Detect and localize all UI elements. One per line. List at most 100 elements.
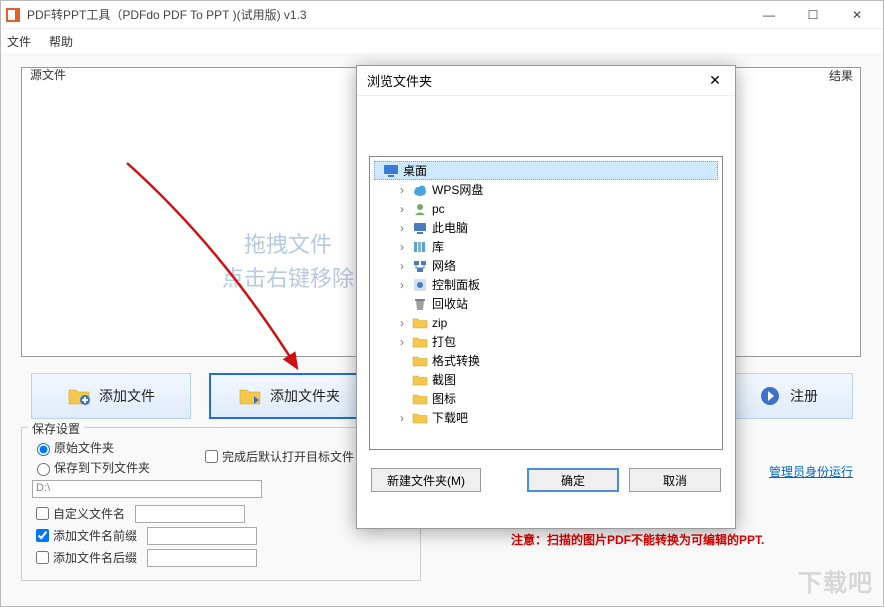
folder-icon bbox=[412, 410, 428, 426]
tree-node-desktop[interactable]: 桌面 bbox=[374, 161, 718, 180]
add-suffix-checkbox[interactable] bbox=[36, 551, 49, 564]
prefix-input[interactable] bbox=[147, 527, 257, 545]
save-legend: 保存设置 bbox=[28, 420, 84, 437]
custom-name-row[interactable]: 自定义文件名 bbox=[32, 504, 410, 523]
warning-text: 注意：扫描的图片PDF不能转换为可编辑的PPT. bbox=[511, 531, 764, 548]
folder-icon bbox=[412, 353, 428, 369]
register-button[interactable]: 注册 bbox=[723, 373, 853, 419]
cancel-button[interactable]: 取消 bbox=[629, 468, 721, 492]
add-files-button[interactable]: 添加文件 bbox=[31, 373, 191, 419]
desktop-icon bbox=[383, 163, 399, 179]
register-label: 注册 bbox=[790, 386, 818, 406]
add-prefix-checkbox[interactable] bbox=[36, 529, 49, 542]
register-icon bbox=[758, 384, 782, 408]
expand-icon[interactable]: › bbox=[396, 278, 408, 292]
user-icon bbox=[412, 201, 428, 217]
tree-children: ›WPS网盘›pc›此电脑›库›网络›控制面板 回收站›zip›打包 格式转换 … bbox=[374, 180, 718, 427]
new-folder-button[interactable]: 新建文件夹(M) bbox=[371, 468, 481, 492]
dialog-button-row: 新建文件夹(M) 确定 取消 bbox=[357, 460, 735, 500]
tree-node[interactable]: › 下载吧 bbox=[392, 408, 718, 427]
close-button[interactable]: ✕ bbox=[835, 2, 879, 28]
tree-node[interactable]: 图标 bbox=[392, 389, 718, 408]
dialog-title: 浏览文件夹 bbox=[367, 71, 432, 90]
tree-node-label: 网络 bbox=[432, 257, 456, 274]
tree-node[interactable]: › 打包 bbox=[392, 332, 718, 351]
expand-icon[interactable] bbox=[396, 354, 408, 368]
net-icon bbox=[412, 258, 428, 274]
tree-node[interactable]: 截图 bbox=[392, 370, 718, 389]
to-folder-radio[interactable] bbox=[37, 463, 50, 476]
tree-node-label: 图标 bbox=[432, 390, 456, 407]
add-folder-label: 添加文件夹 bbox=[270, 386, 340, 406]
tree-node[interactable]: ›库 bbox=[392, 237, 718, 256]
suffix-input[interactable] bbox=[147, 549, 257, 567]
titlebar: PDF转PPT工具（PDFdo PDF To PPT )(试用版) v1.3 ―… bbox=[1, 1, 883, 29]
expand-icon[interactable]: › bbox=[396, 411, 408, 425]
folder-icon bbox=[412, 391, 428, 407]
expand-icon[interactable]: › bbox=[396, 202, 408, 216]
expand-icon[interactable] bbox=[396, 297, 408, 311]
tree-node-label: 格式转换 bbox=[432, 352, 480, 369]
drop-hint: 拖拽文件 点击右键移除 bbox=[222, 228, 354, 296]
tree-node-label: zip bbox=[432, 316, 447, 330]
expand-icon[interactable]: › bbox=[396, 335, 408, 349]
add-folder-button[interactable]: 添加文件夹 bbox=[209, 373, 369, 419]
menu-file[interactable]: 文件 bbox=[7, 33, 31, 50]
minimize-button[interactable]: ― bbox=[747, 2, 791, 28]
run-as-admin-link[interactable]: 管理员身份运行 bbox=[769, 463, 853, 480]
expand-icon[interactable]: › bbox=[396, 221, 408, 235]
pc-icon bbox=[412, 220, 428, 236]
maximize-button[interactable]: ☐ bbox=[791, 2, 835, 28]
folder-icon bbox=[412, 315, 428, 331]
expand-icon[interactable] bbox=[396, 392, 408, 406]
tree-node[interactable]: 格式转换 bbox=[392, 351, 718, 370]
tree-node[interactable]: ›控制面板 bbox=[392, 275, 718, 294]
expand-icon[interactable]: › bbox=[396, 259, 408, 273]
button-row: 添加文件 添加文件夹 bbox=[31, 373, 369, 419]
custom-name-input[interactable] bbox=[135, 505, 245, 523]
lib-icon bbox=[412, 239, 428, 255]
tree-node-label: 下载吧 bbox=[432, 409, 468, 426]
menu-help[interactable]: 帮助 bbox=[49, 33, 73, 50]
add-folder-icon bbox=[238, 384, 262, 408]
add-prefix-row[interactable]: 添加文件名前缀 bbox=[32, 526, 410, 545]
tree-node-label: 桌面 bbox=[403, 162, 427, 179]
expand-icon[interactable]: › bbox=[396, 240, 408, 254]
window-title: PDF转PPT工具（PDFdo PDF To PPT )(试用版) v1.3 bbox=[27, 6, 307, 23]
main-window: PDF转PPT工具（PDFdo PDF To PPT )(试用版) v1.3 ―… bbox=[0, 0, 884, 607]
tree-node[interactable]: › 网络 bbox=[392, 256, 718, 275]
app-icon bbox=[5, 7, 21, 23]
expand-icon[interactable] bbox=[396, 373, 408, 387]
orig-folder-radio-row[interactable]: 原始文件夹 bbox=[32, 439, 410, 456]
site-watermark: 下载吧 bbox=[798, 563, 873, 598]
tree-node-label: 回收站 bbox=[432, 295, 468, 312]
tree-node[interactable]: › WPS网盘 bbox=[392, 180, 718, 199]
folder-icon bbox=[412, 372, 428, 388]
tree-root: 桌面 ›WPS网盘›pc›此电脑›库›网络›控制面板 回收站›zip›打包 格式… bbox=[370, 157, 722, 431]
to-folder-radio-row[interactable]: 保存到下列文件夹 bbox=[32, 459, 410, 476]
save-path-input[interactable]: D:\ bbox=[32, 480, 262, 498]
tree-node[interactable]: ›此电脑 bbox=[392, 218, 718, 237]
annotation-arrow bbox=[112, 158, 332, 388]
results-label: 结果 bbox=[829, 67, 853, 84]
orig-folder-radio[interactable] bbox=[37, 443, 50, 456]
tree-node-label: pc bbox=[432, 202, 445, 216]
tree-node-label: WPS网盘 bbox=[432, 181, 483, 198]
add-files-label: 添加文件 bbox=[99, 386, 155, 406]
tree-node-label: 打包 bbox=[432, 333, 456, 350]
ok-button[interactable]: 确定 bbox=[527, 468, 619, 492]
browse-folder-dialog: 浏览文件夹 ✕ 桌面 ›WPS网盘›pc›此电脑›库›网络›控制面板 回收站›z… bbox=[356, 65, 736, 529]
source-files-label: 源文件 bbox=[28, 66, 68, 83]
cloud-icon bbox=[412, 182, 428, 198]
tree-node[interactable]: 回收站 bbox=[392, 294, 718, 313]
expand-icon[interactable]: › bbox=[396, 316, 408, 330]
add-files-icon bbox=[67, 384, 91, 408]
tree-node[interactable]: › zip bbox=[392, 313, 718, 332]
custom-name-checkbox[interactable] bbox=[36, 507, 49, 520]
add-suffix-row[interactable]: 添加文件名后缀 bbox=[32, 548, 410, 567]
cpl-icon bbox=[412, 277, 428, 293]
expand-icon[interactable]: › bbox=[396, 183, 408, 197]
folder-tree[interactable]: 桌面 ›WPS网盘›pc›此电脑›库›网络›控制面板 回收站›zip›打包 格式… bbox=[369, 156, 723, 450]
tree-node[interactable]: › pc bbox=[392, 199, 718, 218]
dialog-close-button[interactable]: ✕ bbox=[705, 71, 725, 91]
